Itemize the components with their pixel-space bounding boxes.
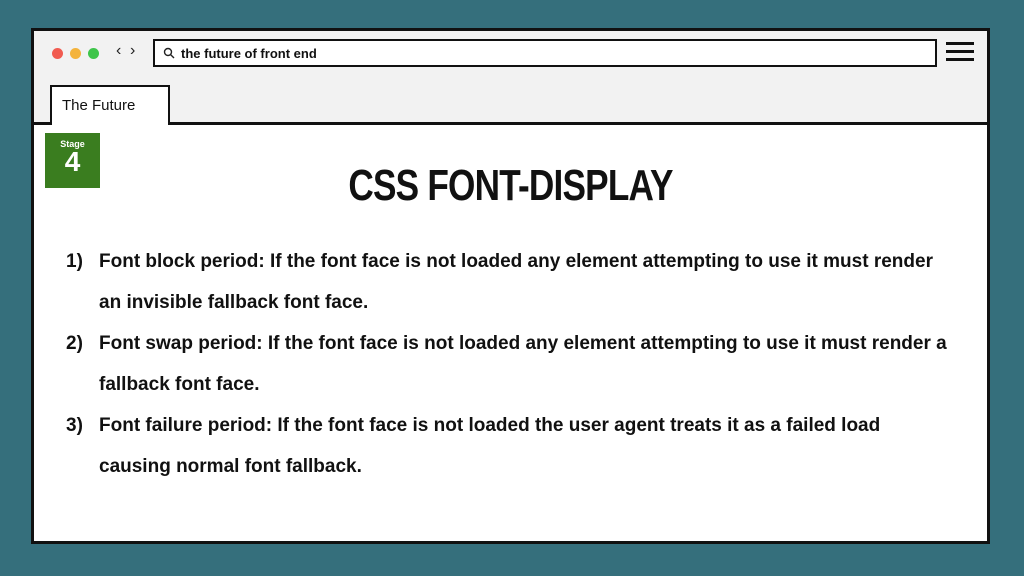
slide-title: CSS FONT-DISPLAY	[348, 161, 673, 210]
stage-badge: Stage 4	[45, 133, 100, 188]
maximize-window-button[interactable]	[88, 48, 99, 59]
stage-badge-number: 4	[64, 146, 81, 177]
list-item: 3) Font failure period: If the font face…	[66, 405, 956, 487]
list-item-text: Font block period: If the font face is n…	[99, 251, 933, 313]
definition-list: 1) Font block period: If the font face i…	[66, 241, 956, 487]
search-bar[interactable]	[153, 39, 937, 67]
list-item-number: 2)	[66, 333, 83, 354]
list-item: 2) Font swap period: If the font face is…	[66, 323, 956, 405]
list-item-number: 1)	[66, 251, 83, 272]
hamburger-menu-icon[interactable]	[946, 42, 974, 62]
close-window-button[interactable]	[52, 48, 63, 59]
back-icon[interactable]: ‹	[116, 42, 121, 60]
list-item-number: 3)	[66, 415, 83, 436]
browser-toolbar: ‹ › The Future	[34, 31, 987, 125]
tab-the-future[interactable]: The Future	[50, 85, 170, 125]
browser-window: ‹ › The Future Stage 4 CSS FONT-DISPLAY …	[31, 28, 990, 544]
search-icon	[163, 47, 175, 59]
minimize-window-button[interactable]	[70, 48, 81, 59]
list-item-text: Font failure period: If the font face is…	[99, 415, 881, 477]
list-item: 1) Font block period: If the font face i…	[66, 241, 956, 323]
list-item-text: Font swap period: If the font face is no…	[99, 333, 947, 395]
forward-icon[interactable]: ›	[130, 42, 135, 60]
search-input[interactable]	[181, 44, 921, 62]
